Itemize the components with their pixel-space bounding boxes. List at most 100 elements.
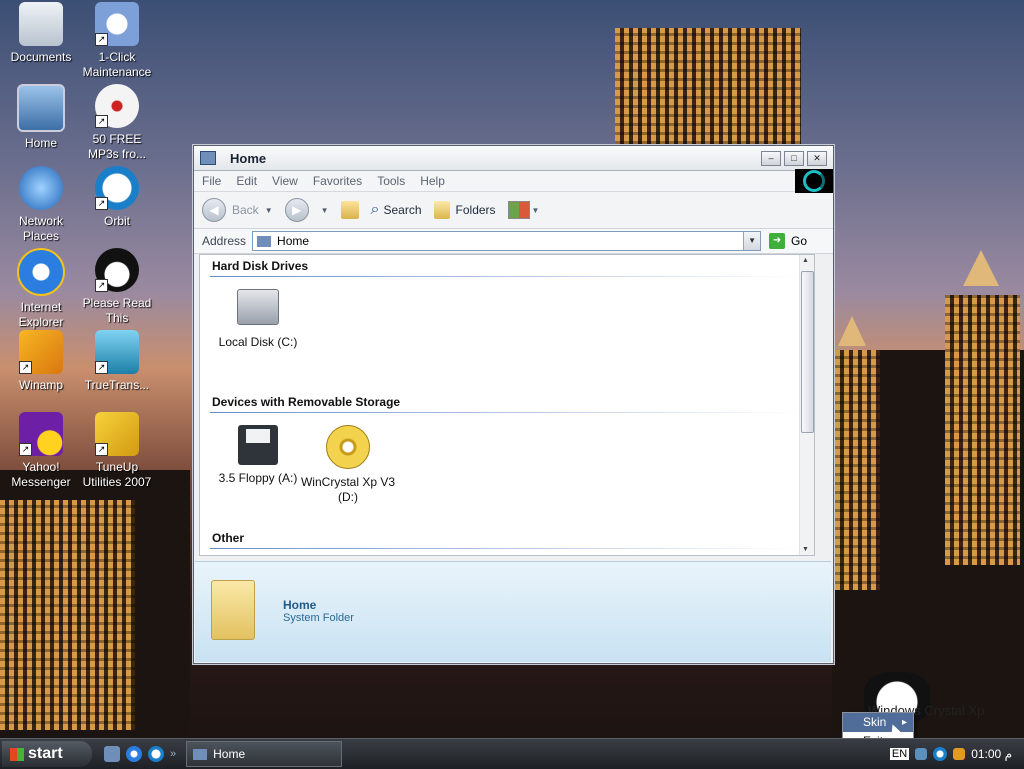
desktop-icon-1-click-maintenance[interactable]: ↗ 1-Click Maintenance <box>76 2 158 80</box>
desktop-icon-yahoo-messenger[interactable]: ↗ Yahoo! Messenger <box>0 412 82 490</box>
desktop-icon-winamp[interactable]: ↗ Winamp <box>0 330 82 393</box>
windows-flag-icon <box>10 747 24 761</box>
menu-help[interactable]: Help <box>420 174 445 188</box>
desktop-icon-label: Winamp <box>18 378 63 392</box>
desktop-icon-label: 50 FREE MP3s fro... <box>87 132 146 161</box>
address-input[interactable]: Home ▼ <box>252 231 762 251</box>
group-header-removable-storage: Devices with Removable Storage <box>212 395 401 409</box>
close-button[interactable]: ✕ <box>807 150 827 166</box>
desktop-icon-label: Documents <box>10 50 72 64</box>
scroll-up-icon[interactable]: ▲ <box>802 257 809 264</box>
menu-item-skin[interactable]: Skin <box>843 713 913 732</box>
internet-explorer-icon <box>17 248 65 296</box>
drive-label: 3.5 Floppy (A:) <box>218 471 298 485</box>
menu-edit[interactable]: Edit <box>236 174 257 188</box>
download-arrow-icon[interactable] <box>933 747 948 761</box>
quick-launch-expand-icon[interactable]: » <box>170 748 176 760</box>
drive-label: Local Disk (C:) <box>218 335 298 349</box>
computer-icon <box>17 84 65 132</box>
maximize-button[interactable]: □ <box>784 150 804 166</box>
drive-floppy-a[interactable]: 3.5 Floppy (A:) <box>208 425 308 486</box>
desktop-icon-label: TuneUp Utilities 2007 <box>82 460 152 489</box>
desktop-icon-label: Yahoo! Messenger <box>11 460 71 489</box>
desktop-icon-50-free-mp3s[interactable]: ↗ 50 FREE MP3s fro... <box>76 84 158 162</box>
back-button[interactable]: ◀ Back ▼ <box>202 198 273 222</box>
start-label: start <box>28 745 63 762</box>
vertical-scrollbar[interactable]: ▲ ▼ <box>799 255 814 555</box>
download-arrow-icon[interactable] <box>148 746 164 762</box>
drive-cd-d[interactable]: WinCrystal Xp V3 (D:) <box>298 425 398 505</box>
network-icon[interactable] <box>915 748 928 760</box>
toolbar: ◀ Back ▼ ▶ ▼ ⌕ Search Folders ▼ <box>194 192 833 229</box>
window-title: Home <box>230 150 267 166</box>
desktop-icon-internet-explorer[interactable]: Internet Explorer <box>0 248 82 330</box>
computer-icon <box>257 235 272 247</box>
desktop-icon-please-read-this[interactable]: ↗ Please Read This <box>76 248 158 326</box>
desktop-icon-documents[interactable]: Documents <box>0 2 82 65</box>
details-title: Home <box>283 598 317 612</box>
show-desktop-icon[interactable] <box>104 746 120 762</box>
forward-dropdown-icon[interactable]: ▼ <box>321 206 329 215</box>
menu-view[interactable]: View <box>272 174 298 188</box>
explorer-window[interactable]: Home – □ ✕ File Edit View Favorites Tool… <box>193 145 834 664</box>
search-button[interactable]: ⌕ Search <box>371 201 422 219</box>
folders-icon <box>433 201 450 219</box>
desktop-icon-label: TrueTrans... <box>84 378 150 392</box>
desktop-icon-network-places[interactable]: Network Places <box>0 166 82 244</box>
internet-explorer-icon[interactable] <box>126 746 142 762</box>
drive-local-disk-c[interactable]: Local Disk (C:) <box>208 289 308 350</box>
scroll-down-icon[interactable]: ▼ <box>802 546 809 553</box>
tuneup-icon: ↗ <box>95 412 139 456</box>
desktop-icon-truetrans[interactable]: ↗ TrueTrans... <box>76 330 158 393</box>
file-list-pane[interactable]: Hard Disk Drives Local Disk (C:) Devices… <box>199 254 815 556</box>
forward-button[interactable]: ▶ ▼ <box>284 198 329 222</box>
up-folder-icon <box>340 201 359 219</box>
address-value: Home <box>277 234 310 248</box>
group-divider <box>210 548 800 549</box>
yahoo-messenger-icon: ↗ <box>19 412 63 456</box>
back-dropdown-icon[interactable]: ▼ <box>265 206 273 215</box>
folders-button[interactable]: Folders <box>433 201 496 219</box>
menu-tools[interactable]: Tools <box>377 174 405 188</box>
desktop-icon-label: 1-Click Maintenance <box>82 50 152 79</box>
menu-file[interactable]: File <box>202 174 221 188</box>
start-button[interactable]: start <box>2 741 92 767</box>
globe-icon <box>19 166 63 210</box>
desktop-icon-label: Network Places <box>18 214 63 243</box>
group-header-other: Other <box>212 531 245 545</box>
desktop-icon-orbit[interactable]: ↗ Orbit <box>76 166 158 229</box>
address-dropdown-button[interactable]: ▼ <box>743 232 761 250</box>
taskbar: start » Home EN 01:00 م <box>0 738 1024 769</box>
folders-label: Folders <box>455 203 496 217</box>
desktop-icon-tuneup-utilities[interactable]: ↗ TuneUp Utilities 2007 <box>76 412 158 490</box>
address-bar: Address Home ▼ ➜ Go <box>194 229 833 254</box>
views-icon <box>507 201 530 219</box>
folder-icon <box>211 580 255 640</box>
forward-arrow-icon: ▶ <box>284 198 309 222</box>
desktop-icon-home[interactable]: Home <box>0 84 82 151</box>
minimize-button[interactable]: – <box>761 150 781 166</box>
documents-icon <box>19 2 63 46</box>
winamp-tray-icon[interactable] <box>953 748 966 760</box>
desktop-icon-label: Home <box>24 136 57 150</box>
go-arrow-icon[interactable]: ➜ <box>769 233 786 249</box>
search-label: Search <box>383 203 422 217</box>
title-bar[interactable]: Home – □ ✕ <box>194 146 833 171</box>
floppy-disk-icon <box>238 425 278 465</box>
maintenance-icon: ↗ <box>95 2 139 46</box>
menu-bar: File Edit View Favorites Tools Help <box>194 169 833 193</box>
up-folder-button[interactable] <box>340 201 359 219</box>
back-arrow-icon: ◀ <box>202 198 226 222</box>
language-indicator[interactable]: EN <box>889 748 910 760</box>
taskbar-button-home[interactable]: Home <box>186 741 343 767</box>
scrollbar-thumb[interactable] <box>801 271 814 433</box>
details-pane: Home System Folder <box>195 561 831 662</box>
views-dropdown-icon: ▼ <box>531 205 540 215</box>
views-button[interactable]: ▼ <box>507 201 540 219</box>
clock[interactable]: 01:00 م <box>971 747 1012 761</box>
winamp-icon: ↗ <box>19 330 63 374</box>
menu-favorites[interactable]: Favorites <box>313 174 362 188</box>
go-button[interactable]: Go <box>791 234 807 248</box>
desktop-icon-label: Please Read This <box>82 296 152 325</box>
group-divider <box>210 412 800 413</box>
